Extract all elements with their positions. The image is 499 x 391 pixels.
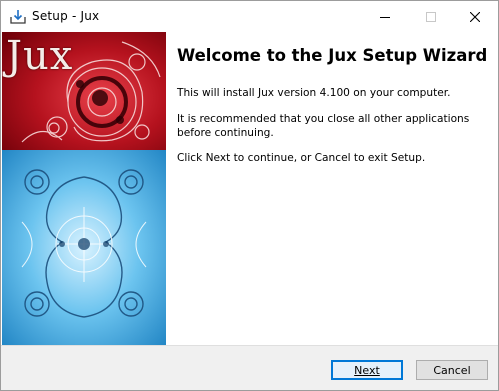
installer-download-icon <box>9 8 27 26</box>
cancel-button[interactable]: Cancel <box>416 360 488 380</box>
install-info-text: This will install Jux version 4.100 on y… <box>177 87 451 99</box>
instructions-text: Click Next to continue, or Cancel to exi… <box>177 152 426 164</box>
maximize-icon <box>426 7 436 26</box>
close-icon <box>469 7 481 26</box>
window-title: Setup - Jux <box>32 9 100 23</box>
banner-title: Jux <box>6 33 74 79</box>
maximize-button[interactable] <box>408 1 454 32</box>
cancel-button-label: Cancel <box>433 363 471 377</box>
next-button[interactable]: Next <box>331 360 403 380</box>
button-bar: Next Cancel <box>1 345 498 390</box>
close-button[interactable] <box>452 1 498 32</box>
setup-window: Setup - Jux Jux Welcome to the Jux Setup… <box>0 0 499 391</box>
minimize-button[interactable] <box>362 1 408 32</box>
title-bar[interactable]: Setup - Jux <box>1 1 498 32</box>
page-title: Welcome to the Jux Setup Wizard <box>177 46 488 65</box>
wizard-banner-image: Jux <box>2 32 166 345</box>
close-apps-text: It is recommended that you close all oth… <box>177 113 470 139</box>
next-button-label: Next <box>354 363 380 377</box>
minimize-icon <box>380 7 390 26</box>
